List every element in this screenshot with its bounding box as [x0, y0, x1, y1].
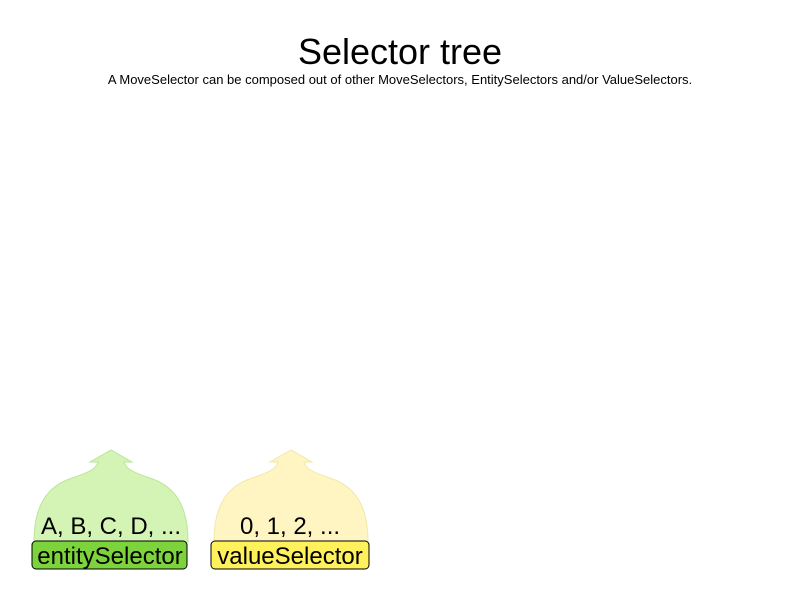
selector-tree-page: Selector tree A MoveSelector can be comp… [0, 0, 800, 600]
entity-selector-sample-values: A, B, C, D, ... [41, 513, 181, 540]
entity-selector-label: entitySelector [37, 543, 182, 570]
value-selector-label: valueSelector [217, 543, 362, 570]
value-selector-sample-values: 0, 1, 2, ... [240, 513, 340, 540]
selector-diagram: A, B, C, D, ... 0, 1, 2, ... entitySelec… [31, 449, 370, 570]
